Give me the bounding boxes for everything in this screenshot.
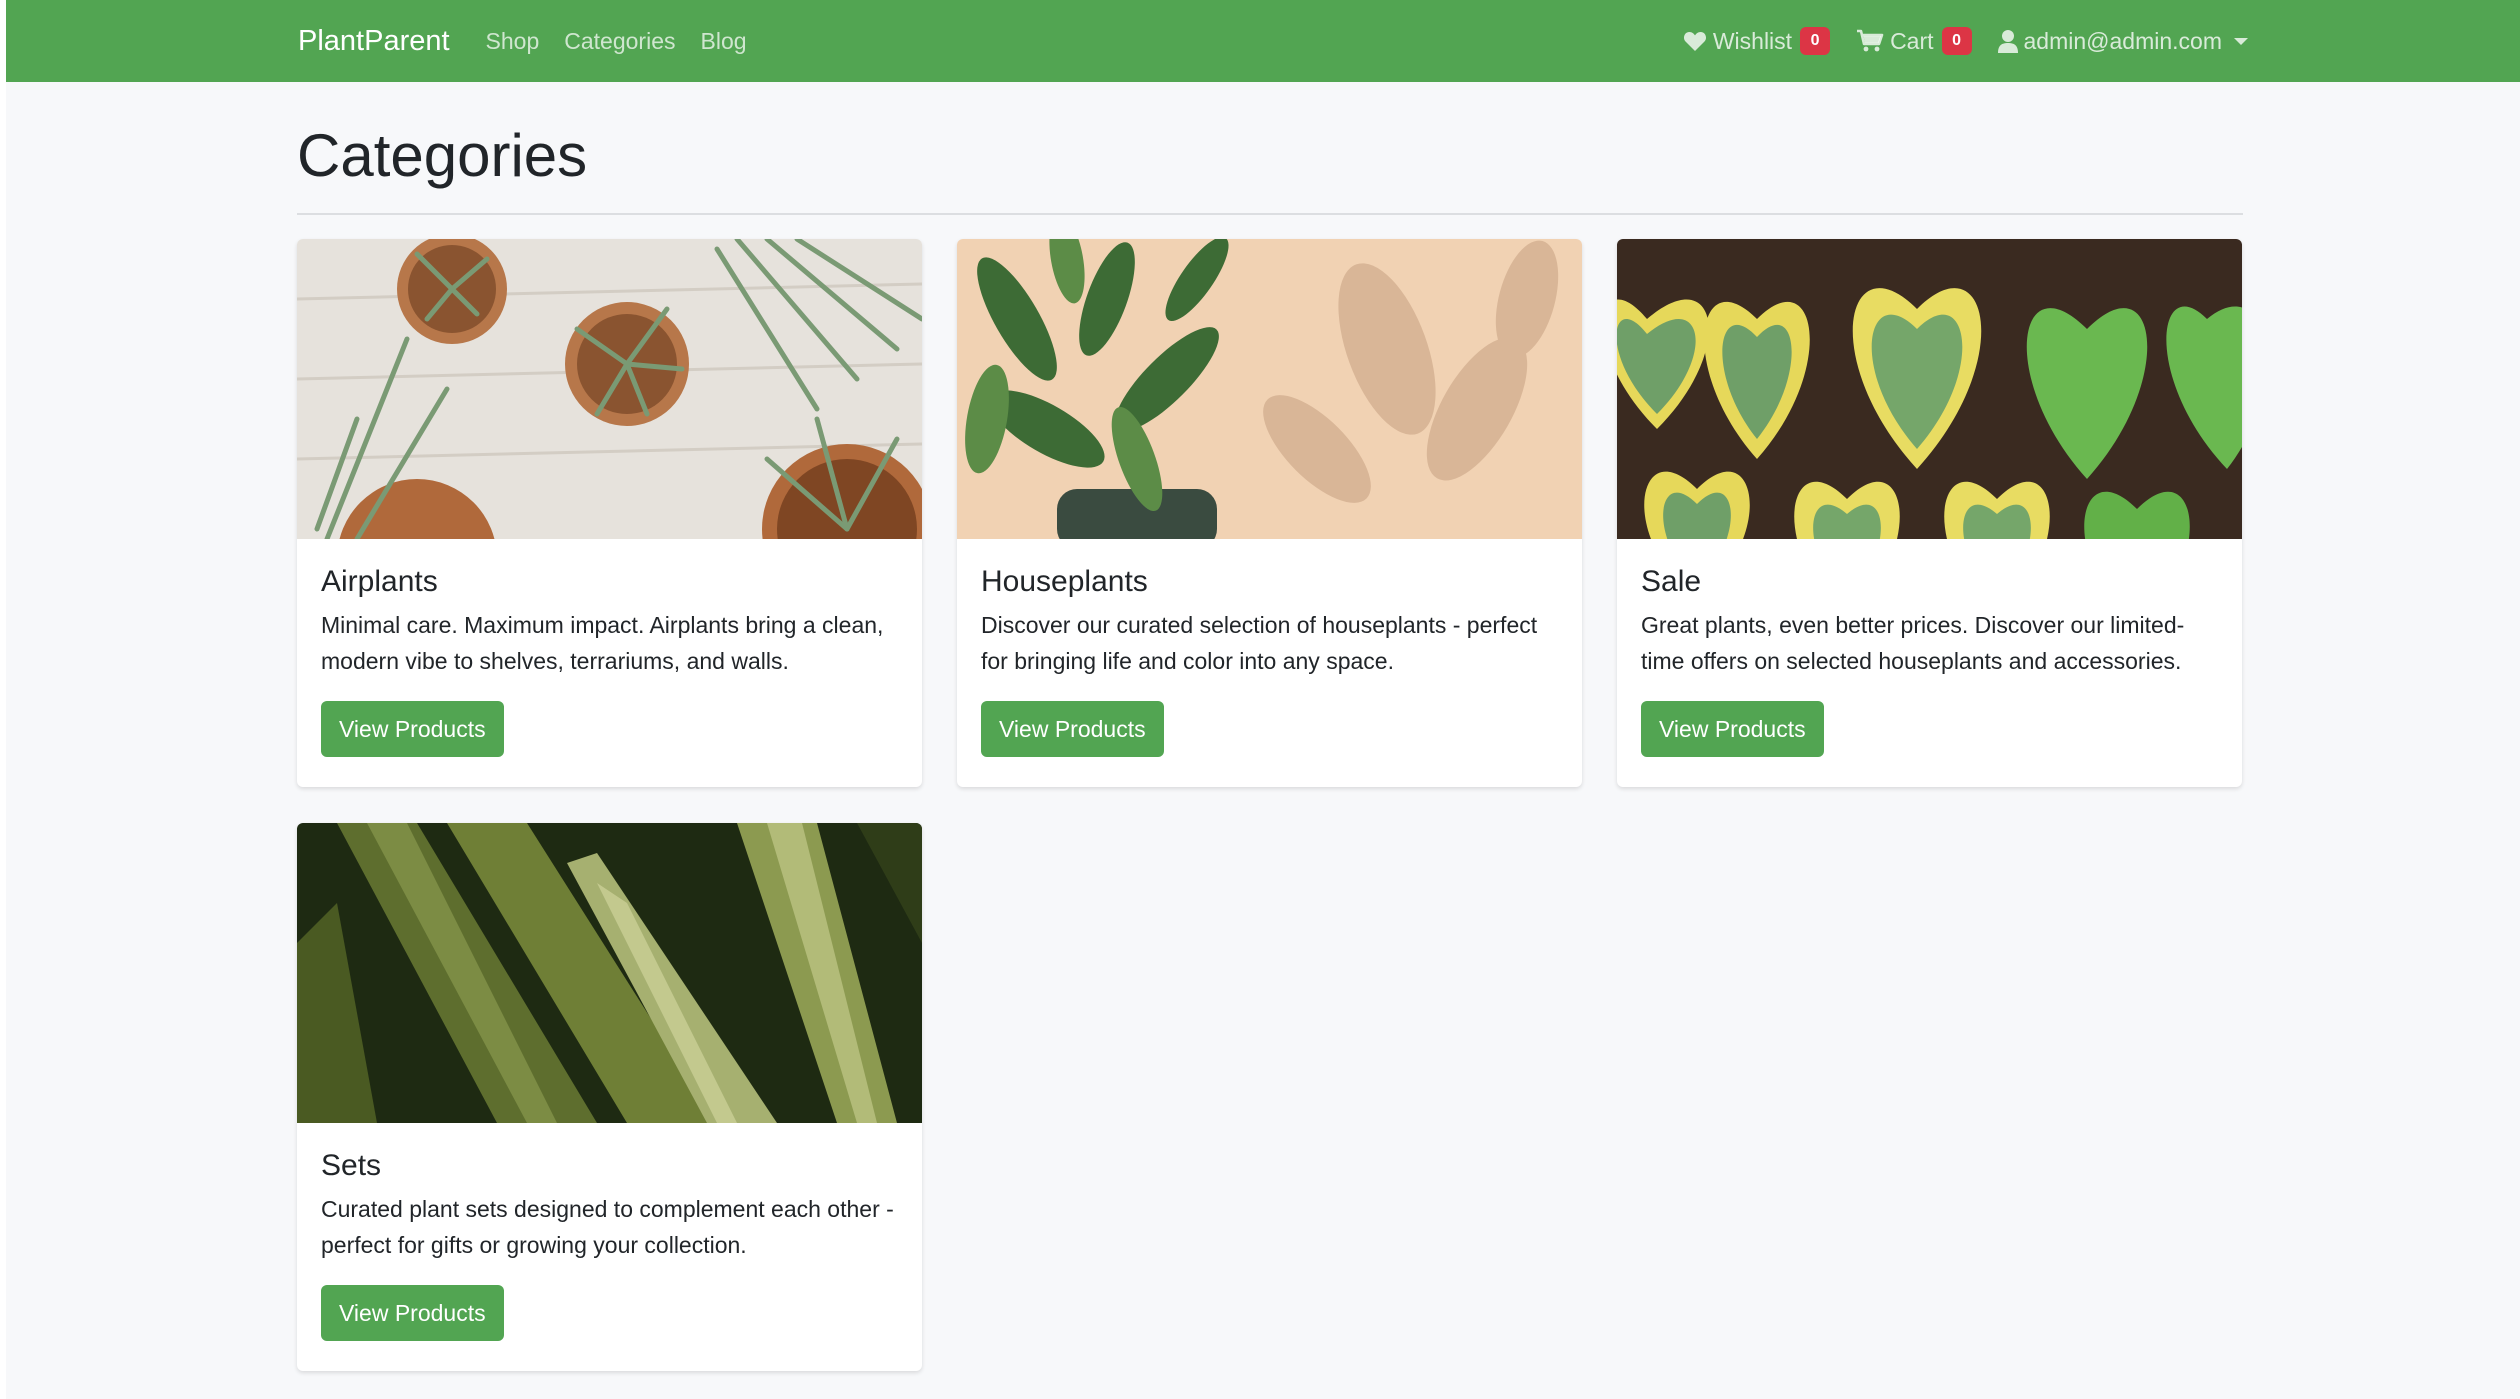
- nav-link-shop[interactable]: Shop: [486, 28, 540, 55]
- category-card-houseplants: Houseplants Discover our curated selecti…: [957, 239, 1582, 787]
- cart-link[interactable]: Cart 0: [1856, 27, 1972, 55]
- caret-down-icon: [2234, 37, 2248, 45]
- cart-icon: [1857, 29, 1884, 52]
- category-image-sets: [297, 823, 922, 1123]
- cart-label: Cart: [1890, 27, 1934, 54]
- navbar-right: Wishlist 0 Cart 0 admin@admin.com: [1657, 27, 2248, 55]
- nav-link-blog[interactable]: Blog: [701, 28, 747, 55]
- card-description: Discover our curated selection of housep…: [981, 612, 1538, 674]
- top-navbar: PlantParent Shop Categories Blog Wishlis…: [6, 0, 2520, 82]
- page-title: Categories: [297, 122, 588, 189]
- wishlist-label: Wishlist: [1712, 27, 1793, 54]
- card-body: Airplants Minimal care. Maximum impact. …: [297, 539, 922, 757]
- window-edge: [0, 0, 6, 1399]
- card-title: Sale: [1641, 565, 1702, 598]
- wishlist-link[interactable]: Wishlist 0: [1683, 27, 1831, 55]
- wishlist-count-badge: 0: [1800, 27, 1831, 55]
- nav-link-categories[interactable]: Categories: [564, 28, 675, 55]
- title-divider: [297, 213, 2243, 215]
- category-image-sale: [1617, 239, 2242, 539]
- heart-icon: [1683, 32, 1706, 51]
- view-products-button-sets[interactable]: View Products: [321, 1285, 504, 1341]
- navbar-inner: PlantParent Shop Categories Blog Wishlis…: [298, 0, 2248, 82]
- card-title: Houseplants: [981, 565, 1148, 598]
- card-body: Sets Curated plant sets designed to comp…: [297, 1123, 922, 1341]
- view-products-button-sale[interactable]: View Products: [1641, 701, 1824, 757]
- card-description: Minimal care. Maximum impact. Airplants …: [321, 612, 884, 674]
- cart-count-badge: 0: [1941, 27, 1972, 55]
- category-image-airplants: [297, 239, 922, 539]
- view-products-button-airplants[interactable]: View Products: [321, 701, 504, 757]
- brand-logo[interactable]: PlantParent: [298, 25, 450, 58]
- view-products-button-houseplants[interactable]: View Products: [981, 701, 1164, 757]
- category-card-sets: Sets Curated plant sets designed to comp…: [297, 823, 922, 1371]
- category-card-airplants: Airplants Minimal care. Maximum impact. …: [297, 239, 922, 787]
- card-description: Great plants, even better prices. Discov…: [1641, 612, 2185, 674]
- card-title: Airplants: [321, 565, 438, 598]
- category-image-houseplants: [957, 239, 1582, 539]
- user-menu-toggle[interactable]: admin@admin.com: [1997, 27, 2248, 55]
- card-description: Curated plant sets designed to complemen…: [321, 1196, 894, 1258]
- user-icon: [1997, 30, 2018, 53]
- card-title: Sets: [321, 1149, 382, 1182]
- user-email: admin@admin.com: [2023, 27, 2222, 54]
- main-content: Categories Airplants Minimal care. Maxim…: [297, 82, 2243, 1371]
- card-body: Houseplants Discover our curated selecti…: [957, 539, 1582, 757]
- category-card-sale: Sale Great plants, even better prices. D…: [1617, 239, 2242, 787]
- card-body: Sale Great plants, even better prices. D…: [1617, 539, 2242, 757]
